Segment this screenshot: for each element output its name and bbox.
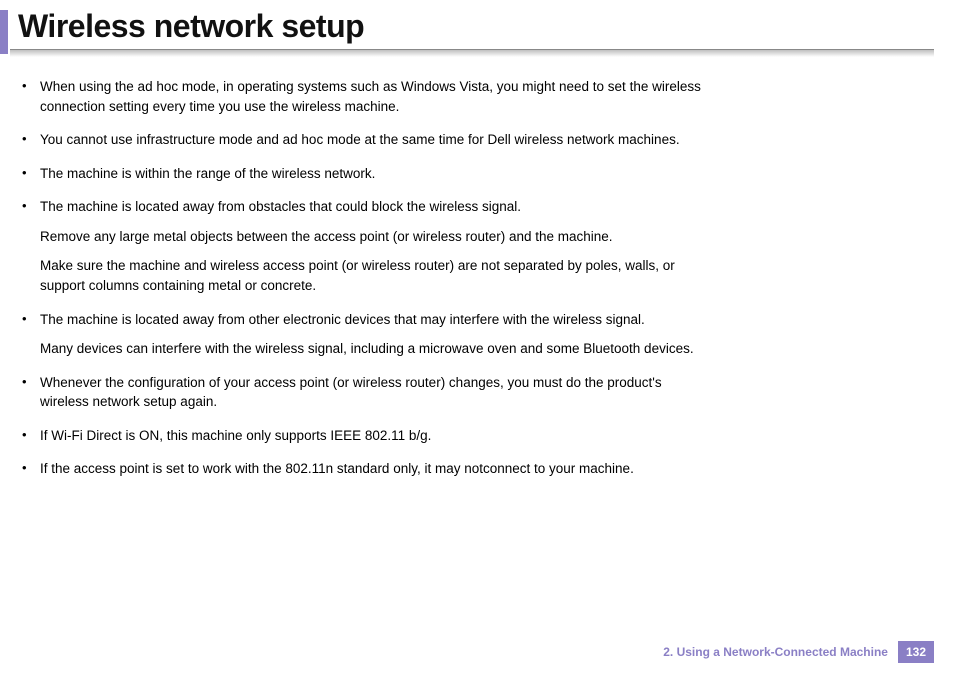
content-area: When using the ad hoc mode, in operating… — [0, 57, 740, 479]
list-item: If Wi-Fi Direct is ON, this machine only… — [40, 426, 710, 446]
title-underline — [10, 49, 934, 57]
page-footer: 2. Using a Network-Connected Machine 132 — [663, 641, 934, 663]
list-item: If the access point is set to work with … — [40, 459, 710, 479]
list-item: The machine is located away from obstacl… — [40, 197, 710, 295]
list-item-text: If the access point is set to work with … — [40, 461, 634, 476]
list-item-text: The machine is within the range of the w… — [40, 166, 375, 181]
list-item: You cannot use infrastructure mode and a… — [40, 130, 710, 150]
list-item-text: Whenever the configuration of your acces… — [40, 375, 662, 410]
list-item-text: The machine is located away from obstacl… — [40, 199, 521, 214]
header-accent-bar — [0, 10, 8, 54]
page-number-box: 132 — [898, 641, 934, 663]
list-item: The machine is located away from other e… — [40, 310, 710, 359]
list-item-sub: Many devices can interfere with the wire… — [40, 339, 710, 359]
page-title: Wireless network setup — [0, 0, 954, 49]
list-item-text: You cannot use infrastructure mode and a… — [40, 132, 680, 147]
list-item: The machine is within the range of the w… — [40, 164, 710, 184]
list-item: When using the ad hoc mode, in operating… — [40, 77, 710, 116]
list-item-text: When using the ad hoc mode, in operating… — [40, 79, 701, 114]
list-item: Whenever the configuration of your acces… — [40, 373, 710, 412]
list-item-sub: Make sure the machine and wireless acces… — [40, 256, 710, 295]
list-item-sub: Remove any large metal objects between t… — [40, 227, 710, 247]
bullet-list: When using the ad hoc mode, in operating… — [40, 77, 710, 479]
list-item-text: The machine is located away from other e… — [40, 312, 645, 327]
footer-chapter: 2. Using a Network-Connected Machine — [663, 645, 888, 659]
list-item-text: If Wi-Fi Direct is ON, this machine only… — [40, 428, 431, 443]
